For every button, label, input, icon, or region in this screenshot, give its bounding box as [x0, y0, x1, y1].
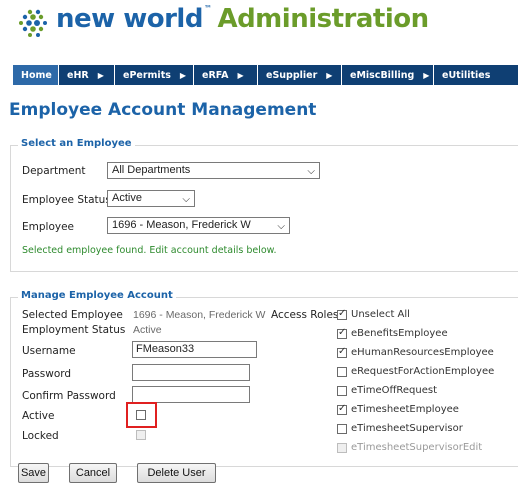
delete-user-button[interactable]: Delete User	[137, 463, 216, 483]
main-nav: Home eHR ▶ ePermits ▶ eRFA ▶ eSupplier ▶ eMi…	[13, 65, 518, 85]
active-checkbox[interactable]	[136, 410, 146, 420]
employee-label: Employee	[22, 221, 75, 233]
active-label: Active	[22, 410, 55, 422]
nav-item-home[interactable]: Home	[13, 65, 59, 85]
nav-arrow-icon: ▶	[179, 70, 187, 80]
role-label: eRequestForActionEmployee	[351, 366, 495, 377]
page-title: Employee Account Management	[9, 100, 317, 120]
cancel-button[interactable]: Cancel	[69, 463, 117, 483]
employee-select[interactable]: 1696 - Meason, Frederick W ⌵	[107, 217, 290, 234]
role-checkbox-unselect-all[interactable]	[337, 308, 347, 320]
employment-status-label: Employment Status	[22, 324, 126, 336]
nav-item-label: eUtilities	[442, 69, 491, 81]
role-checkbox-etimesheetsupervisoredit	[337, 443, 347, 453]
department-select-value: All Departments	[112, 164, 191, 176]
nav-item-emiscbilling[interactable]: eMiscBilling ▶	[342, 65, 434, 85]
confirm-password-label: Confirm Password	[22, 390, 116, 402]
selected-employee-label: Selected Employee	[22, 309, 123, 321]
chevron-down-icon: ⌵	[277, 221, 285, 232]
nav-item-epermits[interactable]: ePermits ▶	[115, 65, 194, 85]
role-checkbox-etimesheetemployee[interactable]	[337, 403, 347, 415]
access-roles-label: Access Roles	[271, 309, 339, 321]
logo-trademark: ™	[203, 4, 212, 13]
department-select[interactable]: All Departments ⌵	[107, 162, 320, 179]
role-checkbox-erequestforaction[interactable]	[337, 367, 347, 377]
role-label: eTimesheetSupervisor	[351, 423, 463, 434]
role-label: Unselect All	[351, 309, 410, 320]
nav-item-erfa[interactable]: eRFA ▶	[194, 65, 258, 85]
employee-status-label: Employee Status	[22, 194, 111, 206]
nav-item-label: eHR	[67, 69, 89, 81]
username-input[interactable]: FMeason33	[132, 341, 257, 358]
logo-brand: new world	[56, 4, 203, 34]
role-label: eTimeOffRequest	[351, 385, 438, 396]
chevron-down-icon: ⌵	[307, 166, 315, 177]
password-label: Password	[22, 368, 72, 380]
employee-status-select[interactable]: Active ⌵	[107, 190, 195, 207]
logo-product: Administration	[217, 4, 429, 34]
manage-account-legend: Manage Employee Account	[18, 290, 176, 301]
nav-item-label: eMiscBilling	[350, 69, 415, 81]
role-checkbox-etimeoffrequest[interactable]	[337, 386, 347, 396]
logo-dots-icon	[19, 9, 47, 37]
role-label: eTimesheetEmployee	[351, 404, 459, 415]
role-checkbox-etimesheetsupervisor[interactable]	[337, 424, 347, 434]
department-label: Department	[22, 165, 86, 177]
employee-status-value: Active	[112, 192, 142, 204]
employee-select-value: 1696 - Meason, Frederick W	[112, 219, 251, 231]
app-logo: new world™ Administration	[0, 0, 518, 44]
nav-item-label: Home	[21, 69, 52, 81]
select-employee-legend: Select an Employee	[18, 138, 135, 149]
nav-arrow-icon: ▶	[237, 70, 244, 80]
nav-arrow-icon: ▶	[97, 70, 104, 80]
locked-label: Locked	[22, 430, 59, 442]
nav-item-ehr[interactable]: eHR ▶	[59, 65, 115, 85]
nav-item-label: ePermits	[123, 69, 171, 81]
locked-checkbox	[136, 430, 146, 440]
save-button[interactable]: Save	[18, 463, 49, 483]
role-label: eHumanResourcesEmployee	[351, 347, 494, 358]
employment-status-value: Active	[133, 324, 162, 336]
logo-text: new world™ Administration	[56, 4, 429, 34]
nav-item-label: eSupplier	[266, 69, 318, 81]
selected-employee-value: 1696 - Meason, Frederick W	[133, 309, 266, 321]
role-label: eBenefitsEmployee	[351, 328, 448, 339]
nav-item-eutilities[interactable]: eUtilities	[434, 65, 518, 85]
nav-arrow-icon: ▶	[326, 70, 333, 80]
username-label: Username	[22, 345, 76, 357]
chevron-down-icon: ⌵	[182, 194, 190, 205]
nav-arrow-icon: ▶	[423, 70, 430, 80]
nav-item-label: eRFA	[202, 69, 229, 81]
role-checkbox-ehumanresources[interactable]	[337, 346, 347, 358]
employee-found-message: Selected employee found. Edit account de…	[22, 245, 277, 256]
role-label: eTimesheetSupervisorEdit	[351, 442, 483, 453]
nav-item-esupplier[interactable]: eSupplier ▶	[258, 65, 342, 85]
role-checkbox-ebenefits[interactable]	[337, 327, 347, 339]
confirm-password-input[interactable]	[132, 386, 250, 403]
password-input[interactable]	[132, 364, 250, 381]
